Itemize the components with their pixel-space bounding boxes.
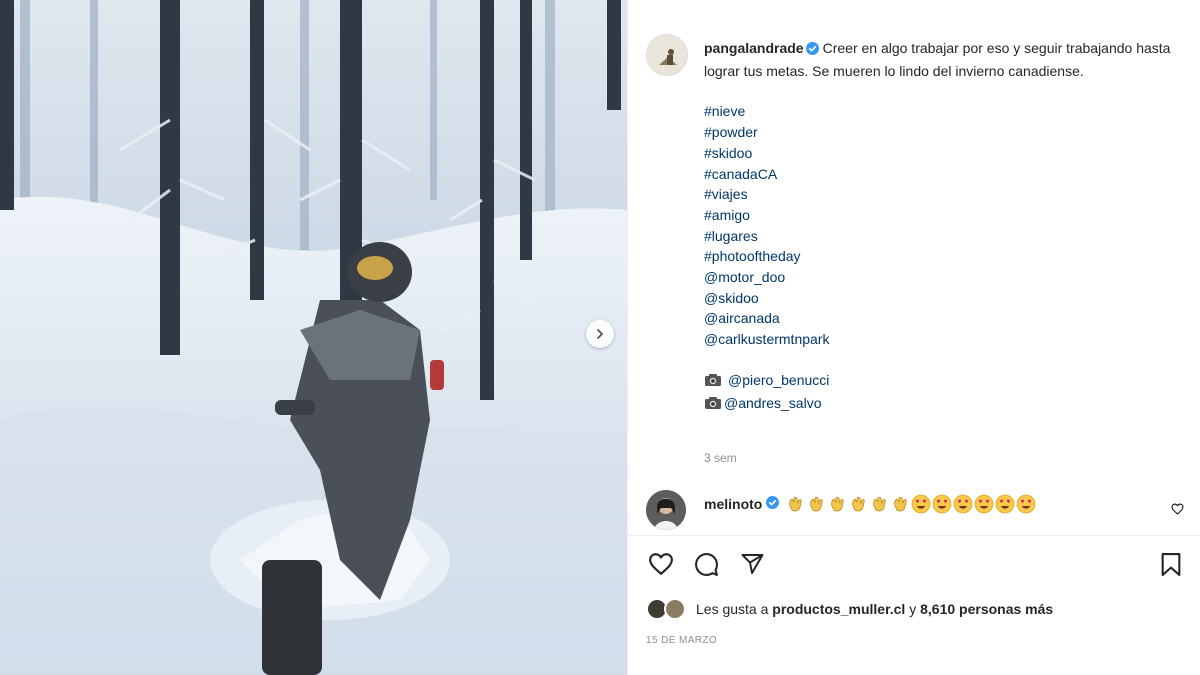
liker-avatars[interactable] [646,597,692,621]
save-button[interactable] [1160,552,1182,582]
post-date[interactable]: 15 DE MARZO [646,635,717,646]
hashtag-list: #nieve #powder #skidoo #canadaCA #viajes… [704,101,1174,349]
likes-connector: y [909,601,917,617]
clap-emoji-icon [873,496,886,512]
hashtag-photooftheday[interactable]: #photooftheday [704,246,1174,267]
paper-plane-icon [741,554,764,574]
mention-motor-doo[interactable]: @motor_doo [704,267,1174,288]
credit-line: @andres_salvo [704,393,1174,416]
camera-icon [704,372,722,393]
hashtag-amigo[interactable]: #amigo [704,205,1174,226]
hashtag-powder[interactable]: #powder [704,122,1174,143]
likes-summary: Les gusta a productos_muller.cl y 8,610 … [646,597,1053,621]
comment: melinoto [646,490,1186,532]
comment-username[interactable]: melinoto [704,495,762,513]
credit-line: @piero_benucci [704,370,1174,393]
author-username[interactable]: pangalandrade [704,40,804,56]
comment-avatar[interactable] [646,490,686,530]
author-avatar-image [647,35,687,75]
chevron-right-icon [597,329,603,339]
verified-badge-icon [766,495,780,513]
hashtag-lugares[interactable]: #lugares [704,226,1174,247]
mention-andres-salvo[interactable]: @andres_salvo [724,395,822,411]
hashtag-viajes[interactable]: #viajes [704,184,1174,205]
verified-badge-icon [805,40,819,61]
mention-skidoo[interactable]: @skidoo [704,288,1174,309]
post-photo[interactable] [0,0,627,675]
post-caption: pangalandrade Creer en algo trabajar por … [704,38,1174,415]
heart-outline-icon [1171,503,1184,515]
heart-eyes-emoji-icon [911,494,931,514]
clap-emoji-icon [852,496,865,512]
next-photo-button[interactable] [586,320,614,348]
mention-piero-benucci[interactable]: @piero_benucci [728,372,829,388]
divider [628,535,1200,536]
post-actions [646,548,1186,580]
heart-eyes-emoji-icon [932,494,952,514]
clap-emoji-icon [810,496,823,512]
clap-emoji-icon [831,496,844,512]
heart-eyes-emoji-icon [995,494,1015,514]
hashtag-canada[interactable]: #canadaCA [704,164,1174,185]
post-sidebar: pangalandrade Creer en algo trabajar por … [627,0,1200,675]
comment-text: melinoto [704,494,1036,514]
heart-eyes-emoji-icon [953,494,973,514]
share-button[interactable] [740,552,765,581]
hashtag-nieve[interactable]: #nieve [704,101,1174,122]
mention-aircanada[interactable]: @aircanada [704,308,1174,329]
liker-avatar [664,598,686,620]
likes-first-user[interactable]: productos_muller.cl [772,601,905,617]
post-time-ago[interactable]: 3 sem [704,451,737,465]
comment-emojis [785,494,1036,514]
comment-button[interactable] [694,552,719,582]
mention-carlkustermtnpark[interactable]: @carlkustermtnpark [704,329,1174,350]
heart-eyes-emoji-icon [1016,494,1036,514]
clap-emoji-icon [894,496,907,512]
clap-emoji-icon [789,496,802,512]
heart-eyes-emoji-icon [974,494,994,514]
like-button[interactable] [648,552,674,581]
author-avatar[interactable] [646,34,688,76]
comment-avatar-image [646,490,686,530]
likes-count[interactable]: 8,610 personas más [920,601,1053,617]
bookmark-icon [1161,553,1181,576]
photo-credits: @piero_benucci @andres_salvo [704,370,1174,415]
likes-prefix: Les gusta a [696,601,769,617]
comment-like-button[interactable] [1171,502,1184,520]
comment-bubble-icon [695,553,718,576]
snow-forest-image [0,0,627,675]
hashtag-skidoo[interactable]: #skidoo [704,143,1174,164]
camera-icon [704,395,722,416]
heart-outline-icon [649,553,673,575]
